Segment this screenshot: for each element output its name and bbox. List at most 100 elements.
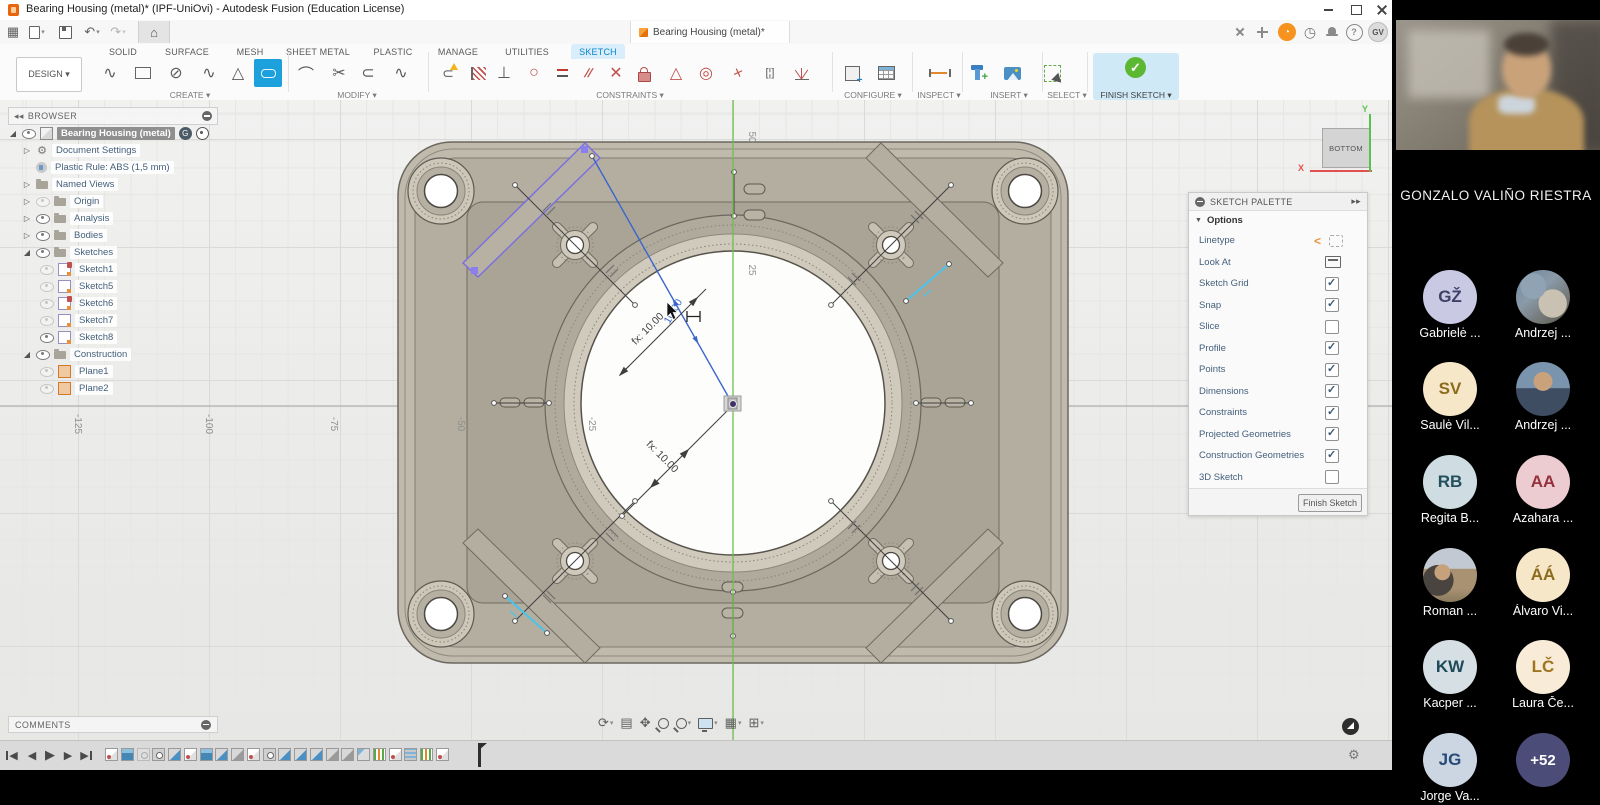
timeline-feature[interactable] <box>137 748 150 761</box>
participant-tile[interactable]: JG Jorge Va... <box>1404 733 1496 805</box>
zoom-icon[interactable] <box>658 718 669 729</box>
palette-expand-icon[interactable]: ▸▸ <box>1351 196 1361 207</box>
checkbox-snap[interactable] <box>1325 298 1339 312</box>
circle-tool-icon[interactable]: ⊘ <box>162 59 190 87</box>
visibility-eye-icon[interactable] <box>40 265 54 275</box>
rectangle-tool-icon[interactable] <box>129 59 157 87</box>
checkbox-3d-sketch[interactable] <box>1325 470 1339 484</box>
job-history-icon[interactable]: ◷ <box>1300 23 1320 41</box>
insert-image-icon[interactable] <box>998 59 1026 87</box>
tab-plastic[interactable]: PLASTIC <box>368 44 418 59</box>
comments-panel[interactable]: COMMENTS <box>8 716 218 733</box>
viewports-icon[interactable]: ⊞▾ <box>748 715 763 731</box>
visibility-eye-icon[interactable] <box>40 384 54 394</box>
create-group-label[interactable]: CREATE ▾ <box>150 90 230 100</box>
sketch-dimension-icon[interactable]: ⊂ <box>434 59 462 87</box>
inspect-group-label[interactable]: INSPECT ▾ <box>899 90 979 100</box>
visibility-eye-icon[interactable] <box>36 248 50 258</box>
slot-tool-icon-active[interactable] <box>254 59 282 87</box>
insert-fastener-icon[interactable]: + <box>963 59 991 87</box>
participant-tile[interactable]: Andrzej ... <box>1497 270 1589 348</box>
visibility-eye-icon[interactable] <box>36 214 50 224</box>
option-dimensions[interactable]: Dimensions <box>1189 381 1367 403</box>
finish-sketch-palette-button[interactable]: Finish Sketch <box>1298 494 1362 512</box>
option-sketch-grid[interactable]: Sketch Grid <box>1189 273 1367 295</box>
option-points[interactable]: Points <box>1189 359 1367 381</box>
display-settings-icon[interactable]: ▾ <box>698 718 718 729</box>
linetype-construction-icon[interactable] <box>1329 235 1343 247</box>
timeline-feature[interactable] <box>121 748 134 761</box>
palette-options-section[interactable]: ▼Options <box>1189 211 1367 230</box>
tab-surface[interactable]: SURFACE <box>159 44 215 59</box>
browser-item-sketch5[interactable]: Sketch5 <box>8 278 218 295</box>
fillet-tool-icon[interactable]: ⌒ <box>292 59 320 87</box>
participant-tile-overflow[interactable]: +52 <box>1497 733 1589 805</box>
checkbox-construction-geometries[interactable] <box>1325 449 1339 463</box>
option-constraints[interactable]: Constraints <box>1189 402 1367 424</box>
modify-group-label[interactable]: MODIFY ▾ <box>317 90 397 100</box>
undo-button[interactable]: ↶▾ <box>80 23 104 41</box>
browser-item-origin[interactable]: ▷Origin <box>8 193 218 210</box>
timeline-feature[interactable] <box>373 748 386 761</box>
selection-grip[interactable] <box>471 267 478 274</box>
midpoint-constraint-icon[interactable]: ✕ <box>724 59 752 87</box>
linetype-normal-icon[interactable]: < <box>1314 234 1321 248</box>
tab-manage[interactable]: MANAGE <box>432 44 484 59</box>
browser-item-sketch1[interactable]: Sketch1 <box>8 261 218 278</box>
selection-grip[interactable] <box>581 146 588 153</box>
visibility-eye-icon[interactable] <box>40 316 54 326</box>
checkbox-dimensions[interactable] <box>1325 384 1339 398</box>
maximize-button[interactable] <box>1344 0 1368 19</box>
browser-item-sketch7[interactable]: Sketch7 <box>8 312 218 329</box>
participant-tile[interactable]: GŽ Gabrielė ... <box>1404 270 1496 348</box>
notification-icon[interactable] <box>1342 718 1359 735</box>
timeline-feature[interactable] <box>357 748 370 761</box>
checkbox-sketch-grid[interactable] <box>1325 277 1339 291</box>
file-menu[interactable]: ▾ <box>26 23 48 41</box>
timeline-feature[interactable] <box>247 748 260 761</box>
option-3d-sketch[interactable]: 3D Sketch <box>1189 467 1367 489</box>
visibility-eye-icon[interactable] <box>36 231 50 241</box>
tab-solid[interactable]: SOLID <box>101 44 145 59</box>
timeline-feature[interactable] <box>105 748 118 761</box>
visibility-eye-icon[interactable] <box>40 367 54 377</box>
pan-icon[interactable]: ✥ <box>640 715 651 731</box>
tab-sketch[interactable]: SKETCH <box>571 44 625 59</box>
browser-item-analysis[interactable]: ▷Analysis <box>8 210 218 227</box>
speaker-video[interactable]: GONZALO VALIÑO RIESTRA <box>1392 0 1600 230</box>
option-snap[interactable]: Snap <box>1189 295 1367 317</box>
modeling-canvas[interactable]: fx: 10.00 10.00 fx: 10.00 <box>0 100 1392 740</box>
visibility-eye-icon[interactable] <box>36 197 50 207</box>
tab-sheet-metal[interactable]: SHEET METAL <box>281 44 355 59</box>
browser-header[interactable]: ◂◂ BROWSER <box>8 107 218 125</box>
timeline-feature[interactable] <box>436 748 449 761</box>
option-projected-geometries[interactable]: Projected Geometries <box>1189 424 1367 446</box>
participant-tile[interactable]: AA Azahara ... <box>1497 455 1589 533</box>
checkbox-projected-geometries[interactable] <box>1325 427 1339 441</box>
tangent-constraint-icon[interactable]: ○ <box>520 59 548 87</box>
configure-box-icon[interactable] <box>838 59 866 87</box>
job-status-badge[interactable]: ◔ <box>1278 23 1296 41</box>
participant-tile[interactable]: Andrzej ... <box>1497 362 1589 440</box>
polygon-constraint-icon[interactable]: △ <box>662 59 690 87</box>
curvature-constraint-icon[interactable] <box>788 59 816 87</box>
look-at-icon[interactable] <box>1325 256 1341 268</box>
select-tool-icon[interactable] <box>1038 59 1066 87</box>
concentric-constraint-icon[interactable]: ◎ <box>692 59 720 87</box>
option-look-at[interactable]: Look At <box>1189 252 1367 274</box>
timeline-feature[interactable] <box>215 748 228 761</box>
timeline-feature[interactable] <box>294 748 307 761</box>
browser-item-sketch8[interactable]: Sketch8 <box>8 329 218 346</box>
minimize-button[interactable] <box>1316 0 1340 19</box>
measure-tool-icon[interactable] <box>924 59 952 87</box>
timeline-feature[interactable] <box>184 748 197 761</box>
option-profile[interactable]: Profile <box>1189 338 1367 360</box>
participant-tile[interactable]: Roman ... <box>1404 548 1496 626</box>
timeline-feature[interactable] <box>341 748 354 761</box>
timeline-feature[interactable] <box>263 748 276 761</box>
new-tab-button[interactable] <box>1252 23 1272 41</box>
browser-item-sketch6[interactable]: Sketch6 <box>8 295 218 312</box>
option-slice[interactable]: Slice <box>1189 316 1367 338</box>
timeline-feature[interactable] <box>404 748 417 761</box>
visibility-eye-icon[interactable] <box>22 129 36 139</box>
